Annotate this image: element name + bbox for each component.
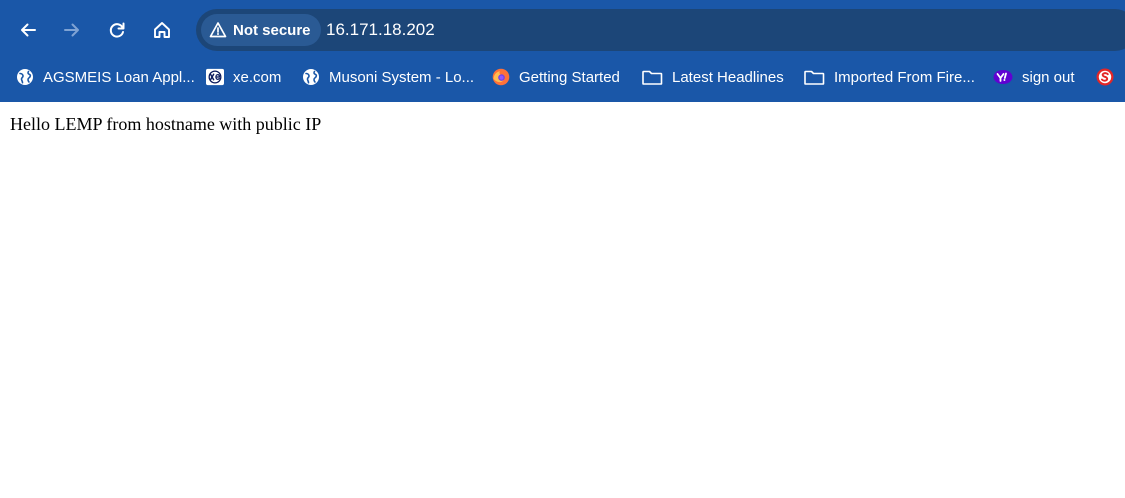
- browser-chrome: Not secure 16.171.18.202 AGSMEIS Loan Ap…: [0, 0, 1125, 102]
- bookmark-label: Latest Headlines: [672, 68, 784, 86]
- folder-icon: [804, 68, 825, 86]
- page-body-text: Hello LEMP from hostname with public IP: [10, 114, 322, 134]
- site-security-chip[interactable]: Not secure: [201, 14, 321, 46]
- xe-logo-icon: [206, 68, 224, 86]
- bookmark-sign-out[interactable]: sign out: [993, 60, 1075, 94]
- bookmark-s-site[interactable]: [1096, 60, 1123, 94]
- page-content: Hello LEMP from hostname with public IP: [0, 102, 1125, 135]
- bookmark-folder-latest-headlines[interactable]: Latest Headlines: [642, 60, 784, 94]
- bookmark-label: Imported From Fire...: [834, 68, 975, 86]
- reload-icon: [109, 22, 125, 38]
- bookmark-label: sign out: [1022, 68, 1075, 86]
- folder-icon: [642, 68, 663, 86]
- security-label: Not secure: [233, 21, 311, 39]
- forward-button[interactable]: [56, 14, 88, 46]
- back-button[interactable]: [12, 14, 44, 46]
- url-text[interactable]: 16.171.18.202: [326, 9, 435, 51]
- globe-icon: [16, 68, 34, 86]
- firefox-icon: [492, 68, 510, 86]
- home-button[interactable]: [146, 14, 178, 46]
- warning-triangle-icon: [209, 22, 227, 38]
- bookmark-label: Musoni System - Lo...: [329, 68, 475, 86]
- arrow-left-icon: [21, 23, 36, 37]
- bookmark-label: Getting Started: [519, 68, 620, 86]
- reload-button[interactable]: [101, 14, 133, 46]
- navigation-bar: Not secure 16.171.18.202: [0, 0, 1125, 60]
- bookmarks-bar: AGSMEIS Loan Appl... xe.com Musoni Syste…: [0, 60, 1125, 94]
- home-icon: [154, 22, 170, 38]
- bookmark-label: xe.com: [233, 68, 282, 86]
- arrow-right-icon: [64, 23, 79, 37]
- bookmark-xe[interactable]: xe.com: [206, 60, 281, 94]
- bookmark-label: AGSMEIS Loan Appl...: [43, 68, 195, 86]
- globe-icon: [302, 68, 320, 86]
- bookmark-agsmeis[interactable]: AGSMEIS Loan Appl...: [16, 60, 195, 94]
- s-logo-icon: [1096, 68, 1114, 86]
- yahoo-icon: [993, 68, 1013, 86]
- bookmark-folder-imported[interactable]: Imported From Fire...: [804, 60, 975, 94]
- address-bar[interactable]: Not secure 16.171.18.202: [196, 9, 1125, 51]
- bookmark-getting-started[interactable]: Getting Started: [492, 60, 620, 94]
- bookmark-musoni[interactable]: Musoni System - Lo...: [302, 60, 474, 94]
